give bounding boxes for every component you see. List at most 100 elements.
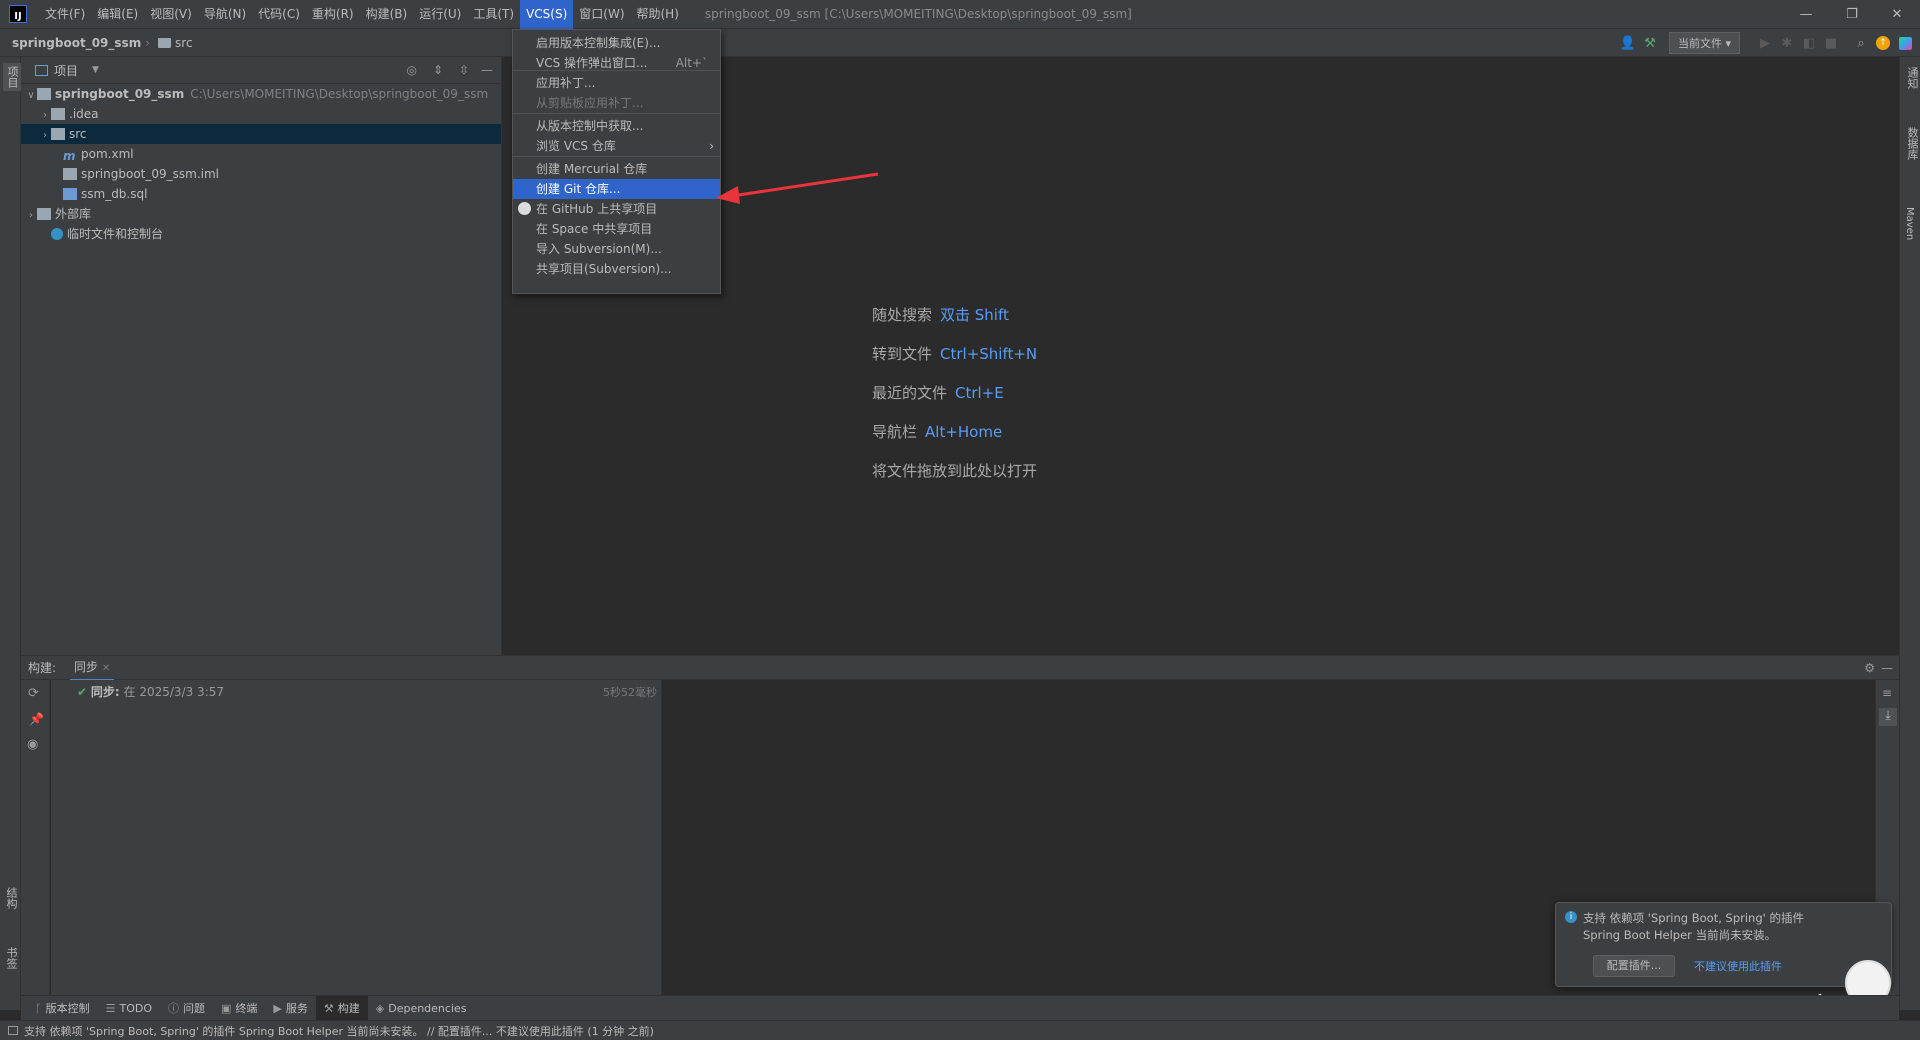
status-text[interactable]: 支持 依赖项 'Spring Boot, Spring' 的插件 Spring … <box>24 1023 654 1039</box>
build-toolbar: ⟳ 📌 ◉ <box>21 680 50 996</box>
module-folder-icon <box>37 88 51 100</box>
vcs-menu-item[interactable]: 导入 Subversion(M)... <box>513 239 720 259</box>
menu-0[interactable]: 文件(F) <box>39 0 91 29</box>
build-hammer-icon[interactable]: ⚒ <box>1639 32 1661 54</box>
tree-item-label: 临时文件和控制台 <box>67 227 164 241</box>
user-icon[interactable]: 👤 <box>1617 32 1639 54</box>
intellij-logo-icon[interactable]: IJ <box>9 5 27 23</box>
jetbrains-logo-icon[interactable] <box>1894 32 1916 54</box>
search-icon[interactable]: ⌕ <box>1850 32 1872 54</box>
tool-tab[interactable]: ⚒ 构建 <box>315 995 368 1021</box>
stripe-bookmarks-tab[interactable]: 书签 <box>3 947 19 969</box>
vcs-menu-item[interactable]: 在 GitHub 上共享项目 <box>513 199 720 219</box>
stop-icon[interactable]: ■ <box>1820 32 1842 54</box>
debug-icon[interactable]: ✱ <box>1776 32 1798 54</box>
pin-icon[interactable]: 📌 <box>29 712 44 726</box>
menu-1[interactable]: 编辑(E) <box>91 0 144 29</box>
coverage-icon[interactable]: ◧ <box>1798 32 1820 54</box>
status-icon[interactable] <box>8 1026 18 1035</box>
chevron-right-icon[interactable]: › <box>39 126 51 146</box>
tree-item[interactable]: › 外部库 <box>21 204 501 224</box>
tree-item[interactable]: › .idea <box>21 104 501 124</box>
vcs-menu-item[interactable]: 应用补丁... <box>513 73 720 93</box>
run-icon[interactable]: ▶ <box>1754 32 1776 54</box>
chevron-right-icon[interactable]: › <box>39 106 51 126</box>
tool-tab[interactable]: ▣ 终端 <box>213 996 265 1021</box>
chevron-down-icon[interactable]: ∨ <box>25 86 37 106</box>
tree-item[interactable]: m pom.xml <box>21 144 501 164</box>
tree-item[interactable]: ssm_db.sql <box>21 184 501 204</box>
tool-tab[interactable]: ⓘ 问题 <box>160 996 213 1021</box>
ignore-plugin-link[interactable]: 不建议使用此插件 <box>1694 958 1782 974</box>
close-tab-icon[interactable]: ✕ <box>102 663 110 674</box>
chevron-down-icon[interactable]: ▼ <box>92 65 99 75</box>
hint-shortcut: Ctrl+E <box>955 384 1004 402</box>
menu-10[interactable]: 窗口(W) <box>573 0 630 29</box>
project-panel-title[interactable]: 项目 <box>54 62 78 79</box>
eye-icon[interactable]: ◉ <box>27 737 38 752</box>
vcs-menu-item[interactable]: 启用版本控制集成(E)... <box>513 33 720 53</box>
tool-tab-label: 服务 <box>285 1002 308 1015</box>
stripe-maven-tab[interactable]: Maven <box>1904 207 1915 240</box>
vcs-menu-item[interactable]: 浏览 VCS 仓库 › <box>513 136 720 156</box>
stripe-notifications-tab[interactable]: 通知 <box>1904 67 1920 89</box>
info-icon: i <box>1565 911 1577 923</box>
run-config-select[interactable]: 当前文件 ▾ <box>1668 32 1740 54</box>
vcs-menu-item[interactable]: 在 Space 中共享项目 <box>513 219 720 239</box>
vcs-menu-item[interactable]: 从版本控制中获取... <box>513 116 720 136</box>
update-icon[interactable]: ↑ <box>1872 32 1894 54</box>
stripe-structure-tab[interactable]: 结构 <box>3 887 19 909</box>
hide-panel-icon[interactable]: — <box>481 63 493 77</box>
tree-item-label: ssm_db.sql <box>81 187 148 201</box>
menu-8[interactable]: 工具(T) <box>467 0 520 29</box>
menu-3[interactable]: 导航(N) <box>198 0 252 29</box>
sync-label: 同步: <box>90 685 120 699</box>
tree-item[interactable]: 临时文件和控制台 <box>21 224 501 244</box>
tool-tab[interactable]: ◈ Dependencies <box>368 996 475 1021</box>
vcs-menu-item-label: 启用版本控制集成(E)... <box>536 36 661 50</box>
menu-9[interactable]: VCS(S) <box>520 0 574 29</box>
restore-icon[interactable]: ❐ <box>1829 0 1875 29</box>
gear-icon[interactable]: ⚙ <box>1864 661 1875 675</box>
play-icon: ▶ <box>273 1001 282 1015</box>
tree-item-label: pom.xml <box>81 147 134 161</box>
tool-tab[interactable]: ▶ 服务 <box>265 996 315 1021</box>
locate-icon[interactable]: ◎ <box>407 63 417 77</box>
expand-all-icon[interactable]: ⇕ <box>433 63 443 77</box>
tree-item[interactable]: › src <box>21 124 501 144</box>
menu-11[interactable]: 帮助(H) <box>631 0 685 29</box>
tree-item[interactable]: springboot_09_ssm.iml <box>21 164 501 184</box>
stripe-project-tab[interactable]: 项目 <box>3 63 21 91</box>
vcs-menu-item[interactable]: 创建 Mercurial 仓库 <box>513 159 720 179</box>
tree-item[interactable]: ∨ springboot_09_ssm C:\Users\MOMEITING\Des… <box>21 84 501 104</box>
refresh-icon[interactable]: ⟳ <box>28 686 39 701</box>
breadcrumb-folder[interactable]: src <box>175 36 193 50</box>
plugin-notification: i 支持 依赖项 'Spring Boot, Spring' 的插件 Sprin… <box>1555 902 1892 987</box>
configure-plugins-button[interactable]: 配置插件... <box>1593 955 1675 977</box>
iml-file-icon <box>63 168 77 180</box>
sync-row[interactable]: ✔ 同步: 在 2025/3/3 3:57 <box>77 683 224 700</box>
stripe-database-tab[interactable]: 数据库 <box>1904 127 1920 160</box>
menu-7[interactable]: 运行(U) <box>413 0 467 29</box>
collapse-all-icon[interactable]: ⇳ <box>459 63 469 77</box>
vcs-dropdown-menu: 启用版本控制集成(E)... VCS 操作弹出窗口... Alt+` 应用补丁... 从… <box>512 29 721 294</box>
menu-6[interactable]: 构建(B) <box>360 0 414 29</box>
tool-tab[interactable]: ☰ TODO <box>98 996 160 1021</box>
menu-4[interactable]: 代码(C) <box>252 0 306 29</box>
chevron-right-icon[interactable]: › <box>25 206 37 226</box>
vcs-menu-item[interactable]: 共享项目(Subversion)... <box>513 259 720 279</box>
menu-5[interactable]: 重构(R) <box>306 0 360 29</box>
vcs-menu-item[interactable]: VCS 操作弹出窗口... Alt+` <box>513 53 720 73</box>
close-icon[interactable]: ✕ <box>1874 0 1920 29</box>
scroll-to-end-icon[interactable]: ⤓ <box>1879 708 1897 726</box>
vcs-menu-item-label: 浏览 VCS 仓库 <box>536 139 616 153</box>
annotation-arrow <box>716 172 879 204</box>
tool-tab[interactable]: ᚴ 版本控制 <box>27 996 98 1021</box>
breadcrumb-project[interactable]: springboot_09_ssm <box>12 36 141 50</box>
tab-sync[interactable]: 同步 ✕ <box>70 654 115 681</box>
minimize-icon[interactable]: — <box>1783 0 1829 29</box>
menu-2[interactable]: 视图(V) <box>144 0 198 29</box>
soft-wrap-icon[interactable]: ≡ <box>1882 686 1892 700</box>
hide-panel-icon[interactable]: — <box>1881 661 1893 675</box>
vcs-menu-item[interactable]: 创建 Git 仓库... <box>513 179 720 199</box>
